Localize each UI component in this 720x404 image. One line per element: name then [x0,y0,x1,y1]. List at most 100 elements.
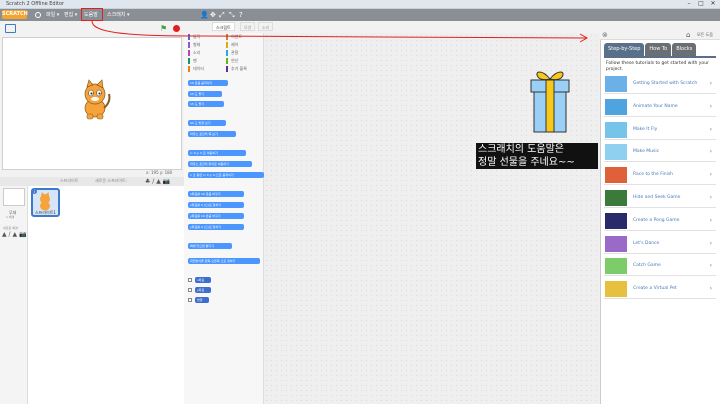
chevron-right-icon: › [709,239,712,247]
chevron-right-icon: › [709,285,712,293]
block-set-x[interactable]: x좌표를 0 (으)로 정하기 [188,202,244,208]
block-point-towards[interactable]: 마우스 포인터 쪽 보기 [188,131,236,137]
sprites-title: 스프라이트 [60,178,79,183]
block-turn-left[interactable]: 15 도 돌기 [188,101,224,107]
reporter-x-position[interactable]: x좌표 [195,277,211,283]
sprite-info-icon[interactable]: i [32,189,37,194]
tutorial-item[interactable]: Catch Game › [604,256,716,277]
block-move[interactable]: 10 만큼 움직이기 [188,80,228,86]
new-backdrop-tools[interactable]: ▲ / ▲ 📷 [2,231,26,238]
chevron-right-icon: › [709,148,712,156]
maximize-button[interactable]: □ [696,0,706,8]
title-bar [0,0,720,9]
scratch-logo[interactable]: SCRATCH [2,10,28,19]
reporter-direction[interactable]: 방향 [195,297,209,303]
tutorial-item[interactable]: Create a Pong Game › [604,210,716,231]
block-turn-right[interactable]: 15 도 돌기 [188,91,222,97]
block-go-to[interactable]: 마우스 포인터 위치로 이동하기 [188,161,252,167]
caption-line-1: 스크래치의 도움말은 [478,144,564,155]
tutorial-item[interactable]: Make It Fly › [604,119,716,140]
block-point-direction[interactable]: 90 도 방향 보기 [188,120,226,126]
checkbox-x-position[interactable] [188,278,192,282]
tab-scripts[interactable]: 스크립트 [212,22,235,31]
category-pen[interactable]: 펜 [188,58,197,64]
new-sprite-tools[interactable]: ♣ / ▲ 📷 [145,178,170,185]
minimize-button[interactable]: – [684,0,694,8]
gift-box-icon [530,71,570,133]
tab-sounds[interactable]: 소리 [258,22,274,31]
stage-thumbnail[interactable] [3,188,25,206]
tutorial-item[interactable]: Let's Dance › [604,233,716,254]
close-help-icon[interactable]: ⊗ [602,31,608,39]
reporter-y-position[interactable]: y좌표 [195,287,211,293]
block-change-y[interactable]: y좌표를 10 만큼 바꾸기 [188,213,244,219]
tutorial-item[interactable]: Create a Virtual Pet › [604,279,716,300]
category-sensing[interactable]: 관찰 [226,50,238,56]
category-motion[interactable]: 동작 [188,34,200,40]
block-rotation-style[interactable]: 회전방식을 왼쪽-오른쪽 으로 정하기 [188,258,260,264]
menu-file[interactable]: 파일 ▾ [46,9,59,21]
shrink-icon[interactable]: ⤡ [229,11,235,20]
menu-scratch[interactable]: 스크래치 ▾ [107,9,130,21]
block-bounce[interactable]: 벽에 닿으면 튕기기 [188,243,232,249]
tutorial-label: Create a Virtual Pet [633,286,677,292]
grow-icon[interactable]: ⤢ [219,11,225,20]
duplicate-icon[interactable]: 👤 [200,11,209,19]
checkbox-direction[interactable] [188,298,192,302]
tutorial-item[interactable]: Make Music › [604,142,716,163]
chevron-right-icon: › [709,171,712,179]
category-data[interactable]: 데이터 [188,66,204,72]
tutorial-label: Create a Pong Game [633,217,680,223]
caption-line-2: 정말 선물을 주네요~~ [478,157,575,168]
block-set-y[interactable]: y좌표를 0 (으)로 정하기 [188,224,244,230]
tutorial-item[interactable]: Animate Your Name › [604,96,716,117]
home-icon[interactable]: ⌂ [686,31,690,39]
block-glide[interactable]: 1 초 동안 x: 0 y: 0 으로 움직이기 [188,172,264,178]
tutorial-thumbnail [605,212,627,229]
green-flag-icon[interactable]: ⚑ [160,24,167,33]
stage[interactable] [2,37,182,170]
tutorial-thumbnail [605,144,627,161]
delete-icon[interactable]: ✥ [210,11,216,19]
editor-window: Scratch 2 Offline Editor – □ ✕ SCRATCH 파… [0,0,720,404]
tutorial-item[interactable]: Race to the Finish › [604,165,716,186]
tutorial-item[interactable]: Hide and Seek Game › [604,188,716,208]
checkbox-y-position[interactable] [188,288,192,292]
tutorial-label: Make It Fly [633,126,658,132]
tab-step-by-step[interactable]: Step-by-Step [604,43,645,56]
tutorial-label: Catch Game [633,263,661,269]
stop-button[interactable] [173,25,180,32]
all-help-link[interactable]: 모든 도움 [697,32,713,38]
close-button[interactable]: ✕ [708,0,718,8]
menu-edit[interactable]: 편집 ▾ [64,9,77,21]
presentation-mode-button[interactable] [5,24,16,33]
annotation-caption: 스크래치의 도움말은 정말 선물을 주네요~~ [476,143,598,169]
tab-blocks[interactable]: Blocks [672,43,697,56]
tutorial-thumbnail [605,167,627,184]
category-sound[interactable]: 소리 [188,50,200,56]
window-title: Scratch 2 Offline Editor [6,1,65,7]
tutorial-thumbnail [605,281,627,298]
category-events[interactable]: 이벤트 [226,34,242,40]
block-help-icon[interactable]: ? [239,11,243,19]
window-controls: – □ ✕ [684,0,718,9]
tab-how-to[interactable]: How To [645,43,672,56]
block-change-x[interactable]: x좌표를 10 만큼 바꾸기 [188,191,244,197]
tutorial-label: Race to the Finish [633,172,674,178]
category-looks[interactable]: 형태 [188,42,200,48]
chevron-right-icon: › [709,216,712,224]
help-menu-highlight [81,8,103,21]
block-go-to-xy[interactable]: x: 0 y: 0 로 이동하기 [188,150,246,156]
category-more-blocks[interactable]: 추가 블록 [226,66,247,72]
new-backdrop-label: 새로운 배경: [3,226,19,230]
language-globe-icon[interactable] [35,12,41,18]
tutorial-thumbnail [605,190,627,206]
new-sprite-label: 새로운 스프라이트: [95,178,128,183]
category-control[interactable]: 제어 [226,42,238,48]
tab-costumes[interactable]: 모양 [240,22,256,31]
cat-sprite-icon [84,79,111,120]
category-operators[interactable]: 연산 [226,58,238,64]
tutorial-item[interactable]: Getting Started with Scratch › [604,74,716,94]
mouse-coordinates: x: 195 y: 180 [146,170,173,175]
tutorial-label: Hide and Seek Game [633,195,681,200]
